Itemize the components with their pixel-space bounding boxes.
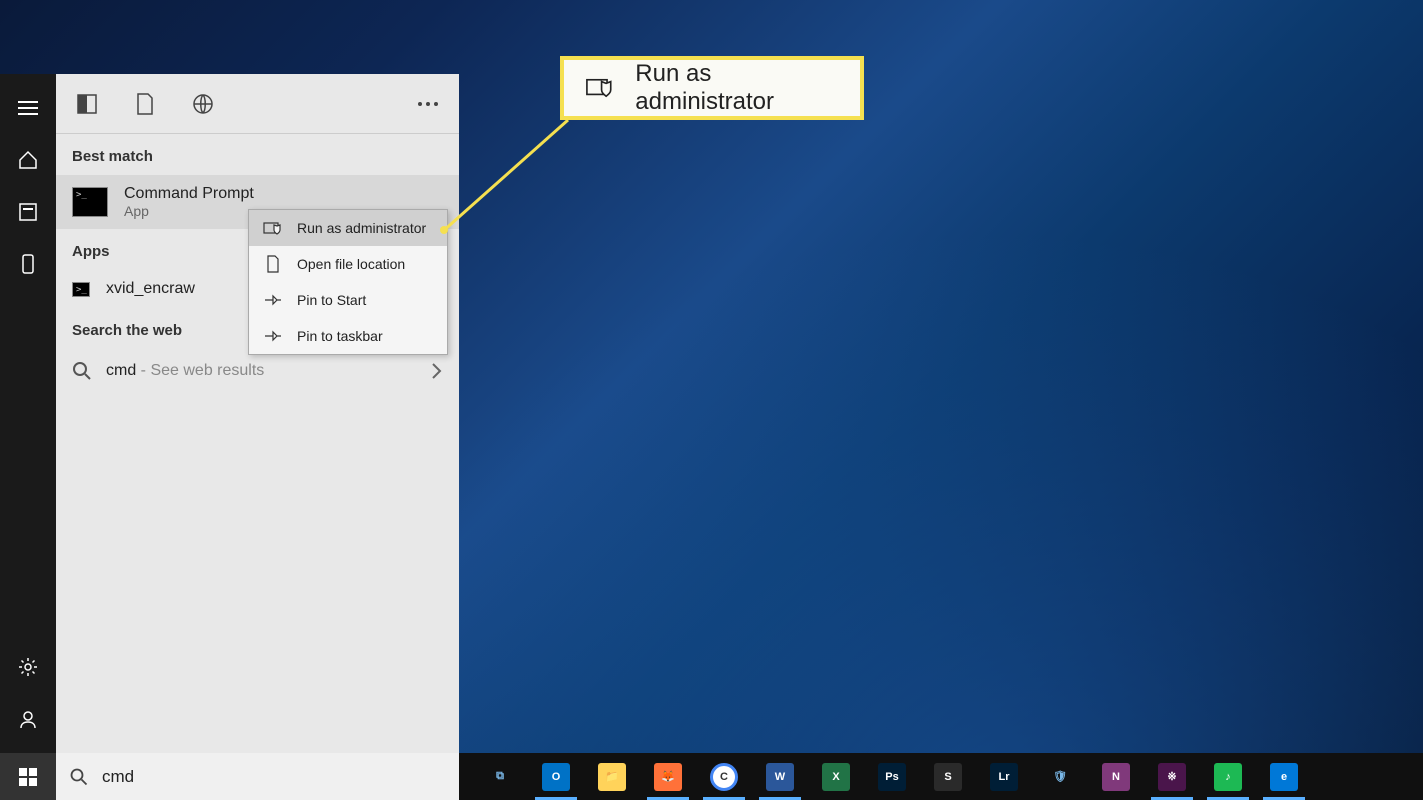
edge-icon: e [1270, 763, 1298, 791]
outlook-icon: O [542, 763, 570, 791]
taskbar-edge[interactable]: e [1259, 753, 1309, 800]
filter-all-icon[interactable] [72, 89, 102, 119]
spotify-icon: ♪ [1214, 763, 1242, 791]
rail-timeline[interactable] [0, 186, 56, 238]
taskbar-chrome[interactable]: C [699, 753, 749, 800]
windows-logo-icon [19, 768, 37, 786]
best-match-title: Command Prompt [124, 185, 254, 203]
admin-shield-icon [586, 75, 615, 101]
taskbar-slack[interactable]: ※ [1147, 753, 1197, 800]
taskbar-file-explorer[interactable]: 📁 [587, 753, 637, 800]
taskbar-firefox[interactable]: 🦊 [643, 753, 693, 800]
callout-box: Run as administrator [560, 56, 864, 120]
rail-user[interactable] [0, 693, 56, 745]
search-icon [72, 361, 92, 381]
rail-settings[interactable] [0, 641, 56, 693]
ctx-label: Run as administrator [297, 220, 426, 236]
app-result-name: xvid_encraw [106, 280, 195, 298]
rail-pictures[interactable] [0, 238, 56, 290]
pin-icon [263, 326, 283, 346]
slack-icon: ※ [1158, 763, 1186, 791]
taskbar-word[interactable]: W [755, 753, 805, 800]
start-button[interactable] [0, 753, 56, 800]
callout-text: Run as administrator [635, 60, 838, 116]
taskbar: ⧉ O 📁 🦊 CWX Ps S Lr 🛡 N ※ ♪ e [0, 753, 1423, 800]
web-hint-text: - See web results [136, 362, 264, 379]
search-input[interactable] [102, 767, 445, 787]
lightroom-icon: Lr [990, 763, 1018, 791]
app-icon [72, 282, 90, 297]
taskbar-photoshop[interactable]: Ps [867, 753, 917, 800]
search-filter-tabs [56, 74, 459, 134]
ctx-pin-to-start[interactable]: Pin to Start [249, 282, 447, 318]
ctx-label: Pin to Start [297, 292, 366, 308]
start-menu-rail [0, 74, 56, 753]
ctx-label: Open file location [297, 256, 405, 272]
taskbar-task-view[interactable]: ⧉ [475, 753, 525, 800]
ctx-open-file-location[interactable]: Open file location [249, 246, 447, 282]
taskbar-excel[interactable]: X [811, 753, 861, 800]
web-result-item[interactable]: cmd - See web results [56, 349, 459, 393]
best-match-header: Best match [56, 134, 459, 175]
firefox-icon: 🦊 [654, 763, 682, 791]
onenote-icon: N [1102, 763, 1130, 791]
search-results-panel: Best match Command Prompt App Apps xvid_… [56, 74, 459, 753]
excel-icon: X [822, 763, 850, 791]
filter-documents-icon[interactable] [130, 89, 160, 119]
command-prompt-icon [72, 187, 108, 217]
rail-hamburger[interactable] [0, 82, 56, 134]
taskbar-sonos[interactable]: S [923, 753, 973, 800]
taskbar-spotify[interactable]: ♪ [1203, 753, 1253, 800]
filter-web-icon[interactable] [188, 89, 218, 119]
filter-more-icon[interactable] [413, 89, 443, 119]
task-view-icon: ⧉ [486, 763, 514, 791]
pin-icon [263, 290, 283, 310]
ctx-run-as-admin[interactable]: Run as administrator [249, 210, 447, 246]
taskbar-outlook[interactable]: O [531, 753, 581, 800]
taskbar-app-area: ⧉ O 📁 🦊 CWX Ps S Lr 🛡 N ※ ♪ e [475, 753, 1309, 800]
folder-open-icon [263, 254, 283, 274]
taskbar-security[interactable]: 🛡 [1035, 753, 1085, 800]
taskbar-onenote[interactable]: N [1091, 753, 1141, 800]
best-match-subtitle: App [124, 203, 254, 219]
taskbar-search-box[interactable] [56, 753, 459, 800]
web-query-text: cmd [106, 362, 136, 379]
security-icon: 🛡 [1046, 763, 1074, 791]
context-menu: Run as administrator Open file location … [248, 209, 448, 355]
chrome-icon: C [710, 763, 738, 791]
ctx-label: Pin to taskbar [297, 328, 383, 344]
photoshop-icon: Ps [878, 763, 906, 791]
ctx-pin-to-taskbar[interactable]: Pin to taskbar [249, 318, 447, 354]
file-explorer-icon: 📁 [598, 763, 626, 791]
taskbar-lightroom[interactable]: Lr [979, 753, 1029, 800]
sonos-icon: S [934, 763, 962, 791]
search-icon [70, 768, 88, 786]
rail-home[interactable] [0, 134, 56, 186]
word-icon: W [766, 763, 794, 791]
admin-shield-icon [263, 218, 283, 238]
chevron-right-icon [431, 362, 443, 380]
